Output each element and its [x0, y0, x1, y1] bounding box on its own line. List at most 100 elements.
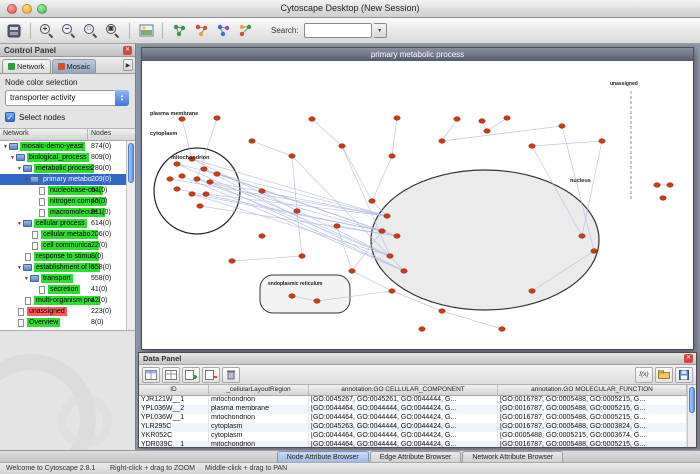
- tree-row[interactable]: unassigned223(0): [0, 306, 126, 317]
- table-cell[interactable]: [GO:0016787, GO:0005488, GO:0005215, G..…: [498, 396, 687, 405]
- graph-node[interactable]: [484, 129, 490, 134]
- graph-node[interactable]: [591, 249, 597, 254]
- table-cell[interactable]: mitochondrion: [209, 414, 309, 423]
- tree-row[interactable]: nitrogen compo...40(0): [0, 196, 126, 207]
- graph-edge[interactable]: [442, 311, 502, 329]
- graph-node[interactable]: [289, 154, 295, 159]
- save-attributes-button[interactable]: [675, 367, 693, 383]
- table-cell[interactable]: YLR295C: [139, 423, 209, 432]
- graph-edge[interactable]: [312, 119, 342, 146]
- graph-node[interactable]: [394, 234, 400, 239]
- expander-icon[interactable]: ▼: [9, 155, 16, 161]
- graph-node[interactable]: [454, 117, 460, 122]
- tree-row[interactable]: ▼primary metabo...209(0): [0, 174, 126, 185]
- graph-edge[interactable]: [337, 226, 352, 271]
- graph-edge[interactable]: [177, 164, 387, 216]
- tree-row[interactable]: cell communica...22(0): [0, 240, 126, 251]
- expander-icon[interactable]: ▼: [23, 276, 30, 282]
- graph-node[interactable]: [334, 224, 340, 229]
- tree-row[interactable]: cellular metabo...206(0): [0, 229, 126, 240]
- network-canvas[interactable]: plasma membranecytoplasmmitochondrionnuc…: [142, 61, 693, 349]
- graph-node[interactable]: [499, 327, 505, 332]
- table-row[interactable]: YPL036W__2plasma membrane[GO:0044464, GO…: [139, 405, 687, 414]
- graph-node[interactable]: [194, 177, 200, 182]
- graph-node[interactable]: [201, 167, 207, 172]
- table-column-header[interactable]: _cellularLayoutRegion: [209, 385, 309, 395]
- tree-row[interactable]: nucleobase-co...64(0): [0, 185, 126, 196]
- plugins-button[interactable]: [235, 21, 255, 41]
- tree-row[interactable]: ▼establishment of lo...558(0): [0, 262, 126, 273]
- zoom-selected-button[interactable]: □: [81, 21, 101, 41]
- tree-row[interactable]: macromolecule...311(0): [0, 207, 126, 218]
- graph-edge[interactable]: [292, 156, 297, 211]
- graph-node[interactable]: [384, 214, 390, 219]
- graph-node[interactable]: [314, 299, 320, 304]
- graph-node[interactable]: [559, 124, 565, 129]
- delete-rows-button[interactable]: [222, 367, 240, 383]
- browser-tab[interactable]: Edge Attribute Browser: [370, 451, 462, 462]
- graph-node[interactable]: [667, 183, 673, 188]
- table-row[interactable]: YKR052Ccytoplasm[GO:0044464, GO:0044444,…: [139, 432, 687, 441]
- graph-edge[interactable]: [392, 118, 397, 156]
- graph-node[interactable]: [174, 162, 180, 167]
- graph-node[interactable]: [369, 199, 375, 204]
- graph-edge[interactable]: [372, 156, 392, 201]
- window-layout-button[interactable]: [4, 21, 24, 41]
- table-cell[interactable]: [GO:0016787, GO:0005488, GO:0005215, G..…: [498, 441, 687, 447]
- graph-node[interactable]: [479, 119, 485, 124]
- network-view-titlebar[interactable]: primary metabolic process: [142, 48, 693, 61]
- tree-row[interactable]: secretion41(0): [0, 284, 126, 295]
- graph-node[interactable]: [203, 192, 209, 197]
- table-cell[interactable]: [GO:0016787, GO:0005488, GO:0003824, G..…: [498, 423, 687, 432]
- graph-node[interactable]: [339, 144, 345, 149]
- import-network-button[interactable]: [191, 21, 211, 41]
- tree-row[interactable]: ▼mosaic-demo-yeast874(0): [0, 141, 126, 152]
- browser-tab[interactable]: Node Attribute Browser: [277, 451, 369, 462]
- table-cell[interactable]: [GO:0044464, GO:0044444, GO:0044424, G..…: [309, 432, 498, 441]
- graph-node[interactable]: [207, 180, 213, 185]
- new-attribute-button[interactable]: [182, 367, 200, 383]
- table-cell[interactable]: YPL036W__1: [139, 414, 209, 423]
- graph-edge[interactable]: [232, 256, 302, 261]
- select-nodes-checkbox[interactable]: ✓: [5, 112, 15, 122]
- tree-row[interactable]: ▼transport558(0): [0, 273, 126, 284]
- graph-edge[interactable]: [252, 141, 292, 156]
- graph-node[interactable]: [379, 229, 385, 234]
- node-color-combobox[interactable]: transporter activity ▲ ▼: [5, 90, 129, 106]
- graph-node[interactable]: [167, 177, 173, 182]
- tree-row[interactable]: response to stimu...8(0): [0, 251, 126, 262]
- tree-scrollbar[interactable]: [126, 141, 135, 330]
- graph-edge[interactable]: [342, 146, 372, 201]
- table-cell[interactable]: YJR121W__1: [139, 396, 209, 405]
- vizmapper-button[interactable]: [213, 21, 233, 41]
- graph-node[interactable]: [349, 269, 355, 274]
- graph-node[interactable]: [401, 269, 407, 274]
- tree-scrollbar-thumb[interactable]: [128, 143, 134, 183]
- table-row[interactable]: YJR121W__1mitochondrion[GO:0045267, GO:0…: [139, 396, 687, 405]
- graph-edge[interactable]: [192, 194, 390, 256]
- expander-icon[interactable]: ▼: [23, 177, 30, 183]
- table-row[interactable]: YLR295Ccytoplasm[GO:0045263, GO:0044444,…: [139, 423, 687, 432]
- graph-node[interactable]: [294, 209, 300, 214]
- graph-node[interactable]: [387, 254, 393, 259]
- table-cell[interactable]: cytoplasm: [209, 423, 309, 432]
- graph-node[interactable]: [259, 234, 265, 239]
- graph-node[interactable]: [214, 116, 220, 121]
- table-cell[interactable]: [GO:0044464, GO:0044444, GO:0044424, G..…: [309, 441, 498, 447]
- table-cell[interactable]: mitochondrion: [209, 396, 309, 405]
- create-network-button[interactable]: [169, 21, 189, 41]
- table-cell[interactable]: [GO:0016787, GO:0005488, GO:0005215, G..…: [498, 414, 687, 423]
- graph-node[interactable]: [439, 139, 445, 144]
- expander-icon[interactable]: ▼: [2, 144, 9, 150]
- graph-node[interactable]: [599, 139, 605, 144]
- tree-column-nodes[interactable]: Nodes: [88, 129, 135, 140]
- graph-edge[interactable]: [182, 119, 192, 159]
- tree-row[interactable]: ▼biological_process809(0): [0, 152, 126, 163]
- table-row[interactable]: YPL036W__1mitochondrion[GO:0044464, GO:0…: [139, 414, 687, 423]
- zoom-fit-button[interactable]: ▣: [103, 21, 123, 41]
- tab-scroll-button[interactable]: ▶: [123, 59, 133, 71]
- tree-row[interactable]: ▼cellular process614(0): [0, 218, 126, 229]
- graph-node[interactable]: [529, 289, 535, 294]
- tab-mosaic[interactable]: Mosaic: [52, 59, 97, 73]
- table-cell[interactable]: [GO:0045267, GO:0045261, GO:0044444, G..…: [309, 396, 498, 405]
